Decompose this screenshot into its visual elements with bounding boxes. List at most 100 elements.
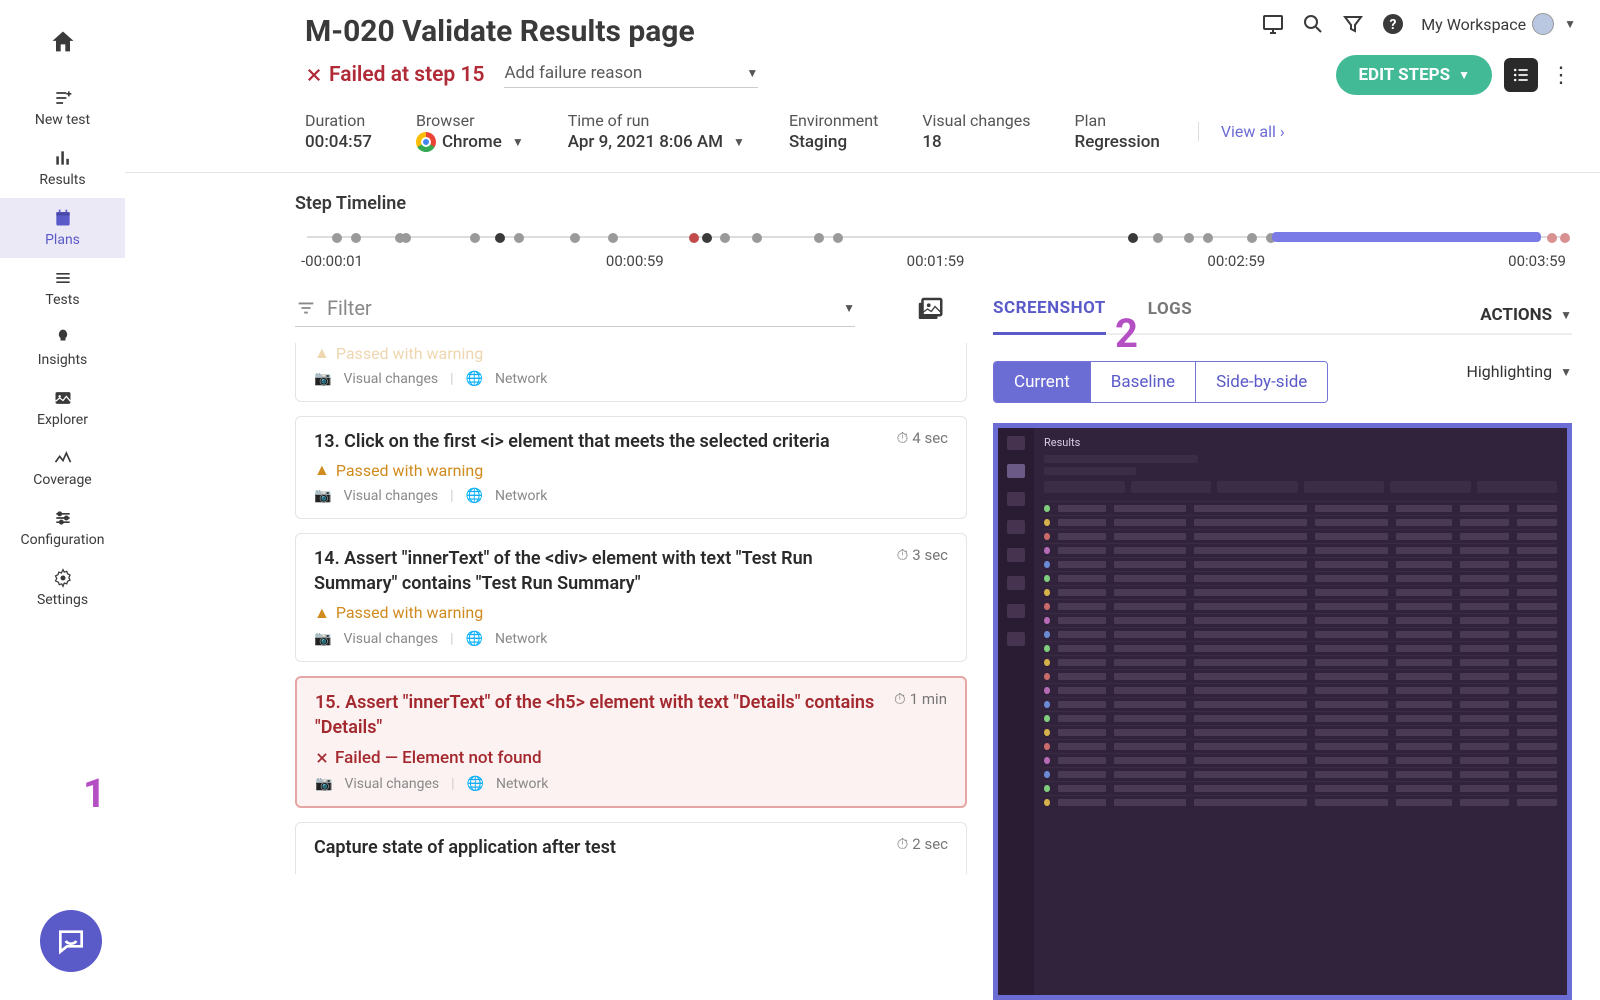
list-button[interactable] [1504,58,1538,92]
chevron-down-icon: ▼ [1560,308,1572,322]
step-card-capture[interactable]: Capture state of application after test … [295,822,967,874]
sidebar-item-coverage[interactable]: Coverage [0,438,125,498]
close-icon [315,751,329,765]
add-failure-reason[interactable]: Add failure reason ▼ [504,63,758,88]
timeline-label: -00:00:01 [301,252,363,270]
step-title: 13. Click on the first <i> element that … [314,429,830,454]
chevron-down-icon: ▼ [746,66,758,80]
steps-list[interactable]: ▲Passed with warning 📷Visual changes | 🌐… [295,337,975,1000]
sidebar-item-label: Results [39,172,85,188]
sidebar-item-label: Explorer [37,412,88,428]
coverage-icon [53,448,73,468]
new-test-icon [53,88,73,108]
step-title: 14. Assert "innerText" of the <div> elem… [314,546,885,596]
view-toggle: Current Baseline Side-by-side [993,361,1328,403]
tab-screenshot[interactable]: SCREENSHOT [993,296,1106,335]
tests-icon [53,268,73,288]
sidebar-item-tests[interactable]: Tests [0,258,125,318]
globe-icon: 🌐 [467,776,484,792]
sidebar-item-label: Insights [38,352,88,368]
sidebar-item-new-test[interactable]: New test [0,78,125,138]
sidebar-item-label: Configuration [21,532,105,548]
meta-browser[interactable]: Browser Chrome▼ [416,111,524,152]
configuration-icon [53,508,73,528]
camera-icon: 📷 [314,631,331,647]
meta-visual-changes: Visual changes 18 [922,111,1030,152]
sidebar-item-plans[interactable]: Plans [0,198,125,258]
timeline-bar[interactable] [307,232,1560,242]
sidebar-item-label: Tests [45,292,79,308]
chevron-down-icon: ▼ [733,135,745,149]
step-card-13[interactable]: 13. Click on the first <i> element that … [295,416,967,519]
sidebar-item-settings[interactable]: Settings [0,558,125,618]
image-stack-icon[interactable] [915,294,945,324]
view-sidebyside-button[interactable]: Side-by-side [1196,362,1327,402]
sidebar-item-label: Settings [37,592,88,608]
settings-icon [53,568,73,588]
kebab-menu[interactable]: ⋮ [1550,63,1572,88]
chevron-down-icon: ▼ [1458,68,1470,82]
clock-icon: ⏱ [897,835,909,853]
filter-input[interactable]: Filter ▼ [295,296,855,327]
sidebar-item-results[interactable]: Results [0,138,125,198]
chevron-down-icon: ▼ [512,135,524,149]
meta-time-of-run[interactable]: Time of run Apr 9, 2021 8:06 AM▼ [568,111,745,152]
screenshot-preview[interactable]: Results [993,423,1572,1000]
actions-dropdown[interactable]: ACTIONS▼ [1480,305,1572,325]
annotation-1: 1 [83,770,106,817]
explorer-icon [53,388,73,408]
step-card[interactable]: ▲Passed with warning 📷Visual changes | 🌐… [295,343,967,402]
view-current-button[interactable]: Current [994,362,1091,402]
timeline-label: 00:02:59 [1207,252,1265,270]
camera-icon: 📷 [314,371,331,387]
status-badge: Failed at step 15 [305,63,484,87]
timeline-label: 00:01:59 [907,252,965,270]
view-all-link[interactable]: View all › [1198,122,1285,141]
warning-icon: ▲ [314,603,330,623]
view-baseline-button[interactable]: Baseline [1091,362,1196,402]
status-text: Failed at step 15 [329,63,484,87]
sidebar-item-explorer[interactable]: Explorer [0,378,125,438]
sidebar: New test Results Plans Tests Insights Ex… [0,0,125,1000]
step-card-14[interactable]: 14. Assert "innerText" of the <div> elem… [295,533,967,661]
sidebar-item-label: New test [35,112,90,128]
clock-icon: ⏱ [897,546,909,564]
meta-row: Duration 00:04:57 Browser Chrome▼ Time o… [125,95,1600,172]
page-title: M-020 Validate Results page [305,14,695,49]
chrome-icon [416,132,436,152]
meta-plan: Plan Regression [1075,111,1160,152]
warning-icon: ▲ [314,460,330,480]
plans-icon [53,208,73,228]
results-icon [53,148,73,168]
camera-icon: 📷 [315,776,332,792]
meta-duration: Duration 00:04:57 [305,111,372,152]
chevron-down-icon: ▼ [1560,365,1572,379]
edit-steps-label: EDIT STEPS [1358,65,1450,85]
sidebar-item-label: Coverage [33,472,91,488]
step-title: Capture state of application after test [314,835,616,860]
globe-icon: 🌐 [466,371,483,387]
timeline-section: Step Timeline -00:00:01 00:00:59 00:01:5… [125,173,1600,278]
add-reason-label: Add failure reason [504,63,642,83]
clock-icon: ⏱ [894,690,906,708]
chevron-down-icon: ▼ [843,301,855,315]
home-icon[interactable] [49,28,77,56]
step-card-15-failed[interactable]: 15. Assert "innerText" of the <h5> eleme… [295,676,967,808]
sidebar-item-insights[interactable]: Insights [0,318,125,378]
filter-placeholder: Filter [327,296,372,320]
annotation-2: 2 [1115,310,1138,357]
globe-icon: 🌐 [466,631,483,647]
clock-icon: ⏱ [897,429,909,447]
edit-steps-button[interactable]: EDIT STEPS ▼ [1336,55,1492,95]
tab-logs[interactable]: LOGS [1148,297,1192,333]
timeline-title: Step Timeline [295,193,1572,214]
timeline-label: 00:03:59 [1508,252,1566,270]
sidebar-item-configuration[interactable]: Configuration [0,498,125,558]
insights-icon [53,328,73,348]
step-title: 15. Assert "innerText" of the <h5> eleme… [315,690,882,740]
close-icon [305,66,323,84]
chat-bubble[interactable] [40,910,102,972]
globe-icon: 🌐 [466,488,483,504]
highlighting-dropdown[interactable]: Highlighting▼ [1466,362,1572,381]
sidebar-item-label: Plans [45,232,80,248]
